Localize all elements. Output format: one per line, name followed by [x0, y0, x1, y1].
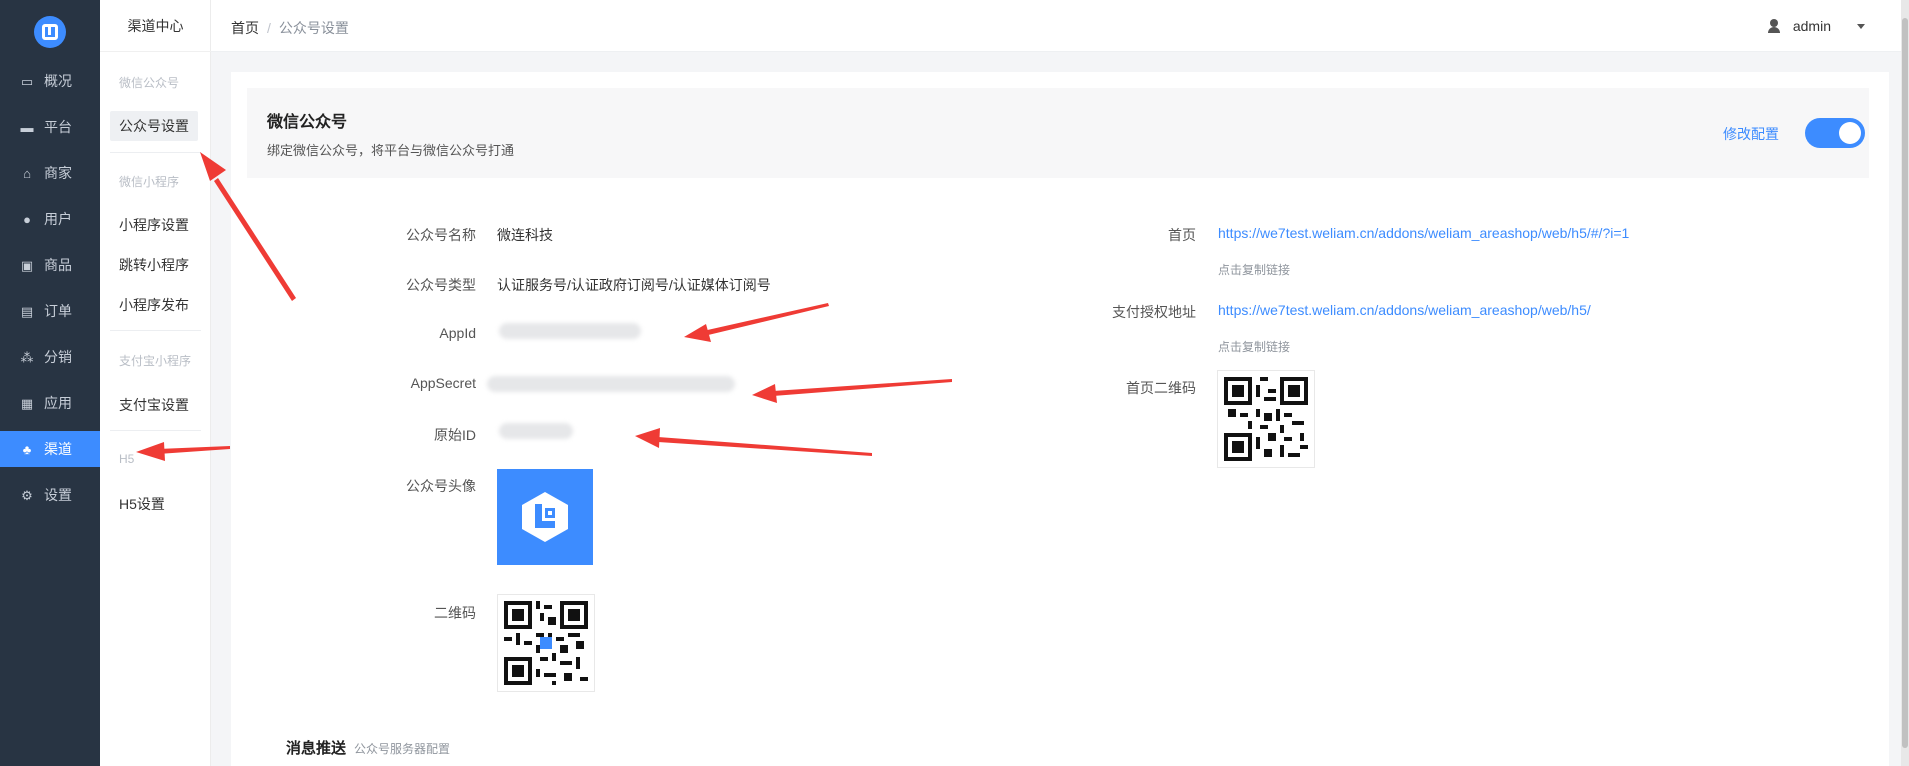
mp-type-label: 公众号类型 [406, 277, 476, 293]
sidebar-item-channel[interactable]: ♣ 渠道 [0, 431, 100, 467]
main-sidebar: ▭ 概况 ▬ 平台 ⌂ 商家 ● 用户 ▣ 商品 ▤ 订单 ⁂ 分销 ▦ 应用 … [0, 0, 100, 766]
platform-icon: ▬ [20, 119, 34, 135]
channel-submenu: 渠道中心 微信公众号 公众号设置 微信小程序 小程序设置 跳转小程序 小程序发布… [100, 0, 211, 766]
page-scrollbar[interactable] [1901, 0, 1909, 766]
order-icon: ▤ [20, 303, 34, 319]
submenu-divider [110, 430, 201, 431]
sidebar-item-order[interactable]: ▤ 订单 [0, 293, 100, 329]
user-menu[interactable]: admin [1767, 18, 1865, 34]
submenu-item-mp-settings[interactable]: 公众号设置 [110, 111, 198, 141]
breadcrumb: 首页 / 公众号设置 [231, 18, 349, 38]
sidebar-item-label: 概况 [44, 73, 72, 89]
monitor-icon: ▭ [20, 73, 34, 89]
home-url-label: 首页 [1168, 227, 1196, 243]
home-qrcode [1217, 370, 1315, 468]
gear-icon: ⚙ [21, 487, 33, 503]
mp-type-value: 认证服务号/认证政府订阅号/认证媒体订阅号 [497, 277, 771, 293]
breadcrumb-separator: / [267, 20, 271, 36]
avatar-label: 公众号头像 [406, 478, 476, 494]
sidebar-item-settings[interactable]: ⚙ 设置 [0, 477, 100, 513]
pay-auth-copy[interactable]: 点击复制链接 [1218, 338, 1290, 355]
edit-config-link[interactable]: 修改配置 [1723, 124, 1779, 144]
sidebar-item-label: 平台 [44, 119, 72, 135]
submenu-divider [110, 330, 201, 331]
sidebar-item-label: 设置 [44, 487, 72, 503]
toggle-knob [1839, 122, 1861, 144]
home-url-copy[interactable]: 点击复制链接 [1218, 261, 1290, 278]
sidebar-item-label: 商家 [44, 165, 72, 181]
message-push-subtitle: 公众号服务器配置 [354, 742, 451, 756]
qrcode-image [504, 601, 588, 685]
store-icon: ⌂ [23, 165, 31, 181]
breadcrumb-home[interactable]: 首页 [231, 20, 259, 36]
sidebar-item-apps[interactable]: ▦ 应用 [0, 385, 100, 421]
settings-card: 微信公众号 绑定微信公众号，将平台与微信公众号打通 修改配置 [231, 72, 1889, 766]
brand-hex-icon [522, 492, 568, 542]
appsecret-value-redacted [487, 376, 735, 392]
sidebar-item-label: 商品 [44, 257, 72, 273]
goods-icon: ▣ [20, 257, 34, 273]
origin-id-label: 原始ID [434, 427, 476, 443]
sidebar-item-overview[interactable]: ▭ 概况 [0, 63, 100, 99]
top-header: 首页 / 公众号设置 admin [211, 0, 1909, 52]
sidebar-item-label: 用户 [44, 211, 72, 227]
sidebar-item-label: 订单 [44, 303, 72, 319]
scrollbar-thumb[interactable] [1902, 18, 1908, 748]
appsecret-label: AppSecret [410, 375, 476, 391]
mp-name-label: 公众号名称 [406, 227, 476, 243]
origin-id-value-redacted [499, 423, 573, 439]
mp-avatar [497, 469, 593, 565]
home-qrcode-image [1224, 377, 1308, 461]
banner-subtitle: 绑定微信公众号，将平台与微信公众号打通 [267, 143, 515, 158]
home-qrcode-label: 首页二维码 [1126, 380, 1196, 396]
mp-name-value: 微连科技 [497, 227, 553, 243]
enable-toggle[interactable] [1805, 118, 1865, 148]
brand-logo[interactable] [34, 16, 66, 48]
mp-qrcode [497, 594, 595, 692]
apps-icon: ▦ [20, 395, 34, 411]
appid-value-redacted [499, 323, 641, 339]
channel-icon: ♣ [22, 441, 32, 457]
home-url-link[interactable]: https://we7test.weliam.cn/addons/weliam_… [1218, 225, 1629, 241]
logo-icon [42, 24, 58, 40]
qrcode-label: 二维码 [434, 605, 476, 621]
submenu-divider [110, 152, 201, 153]
submenu-group-alipay: 支付宝小程序 [119, 354, 192, 368]
wechat-banner: 微信公众号 绑定微信公众号，将平台与微信公众号打通 修改配置 [247, 88, 1869, 178]
submenu-group-miniprogram: 微信小程序 [119, 175, 180, 189]
sidebar-item-platform[interactable]: ▬ 平台 [0, 109, 100, 145]
sidebar-item-label: 分销 [44, 349, 72, 365]
pay-auth-label: 支付授权地址 [1112, 304, 1196, 320]
sidebar-item-merchant[interactable]: ⌂ 商家 [0, 155, 100, 191]
submenu-item-alipay-settings[interactable]: 支付宝设置 [110, 390, 198, 420]
submenu-item-miniprogram-settings[interactable]: 小程序设置 [110, 210, 198, 240]
submenu-group-wechat-mp: 微信公众号 [119, 76, 180, 90]
sidebar-item-label: 应用 [44, 395, 72, 411]
message-push-title: 消息推送 [286, 740, 347, 757]
appid-label: AppId [439, 325, 476, 341]
submenu-item-h5-settings[interactable]: H5设置 [110, 489, 174, 519]
submenu-item-miniprogram-publish[interactable]: 小程序发布 [110, 290, 198, 320]
breadcrumb-current: 公众号设置 [278, 20, 349, 36]
submenu-item-jump-miniprogram[interactable]: 跳转小程序 [110, 250, 198, 280]
banner-title: 微信公众号 [267, 114, 348, 131]
sidebar-item-distribution[interactable]: ⁂ 分销 [0, 339, 100, 375]
sidebar-item-user[interactable]: ● 用户 [0, 201, 100, 237]
chevron-down-icon [1857, 23, 1865, 29]
pay-auth-link[interactable]: https://we7test.weliam.cn/addons/weliam_… [1218, 302, 1591, 318]
submenu-title: 渠道中心 [100, 0, 211, 52]
user-icon [1767, 19, 1781, 33]
submenu-group-h5: H5 [119, 452, 135, 466]
sidebar-item-label: 渠道 [44, 441, 72, 457]
username: admin [1792, 18, 1831, 34]
distribution-icon: ⁂ [20, 349, 34, 365]
user-icon: ● [23, 211, 31, 227]
sidebar-item-goods[interactable]: ▣ 商品 [0, 247, 100, 283]
